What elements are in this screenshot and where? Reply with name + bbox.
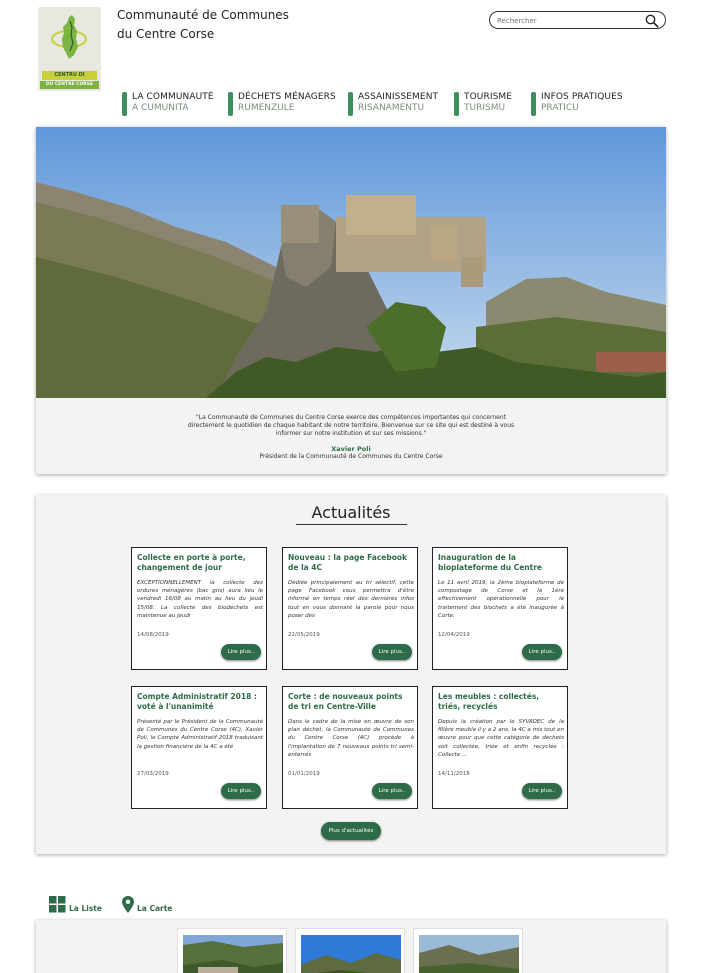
news-card-excerpt: Présenté par le Président de la Communau… [137,719,263,750]
news-card-title[interactable]: Corte : de nouveaux points de tri en Cen… [288,692,414,712]
news-card-excerpt: Dans le cadre de la mise en œuvre de son… [288,719,414,758]
read-more-button[interactable]: Lire plus.. [372,644,412,660]
nav-item-sublabel: TURISMU [464,103,506,113]
read-more-button[interactable]: Lire plus.. [221,783,261,799]
places-panel [36,920,666,973]
news-section-title: Actualités [311,503,391,522]
nav-item-marker [228,92,233,116]
hero-author: Xavier Poli [331,445,371,453]
map-view-label: La Carte [137,904,173,913]
site-title[interactable]: Communauté de Communes du Centre Corse [117,6,317,44]
nav-item-sublabel: RUMENZULE [238,103,295,113]
nav-item-label: DÉCHETS MÉNAGERS [238,92,336,102]
news-card-date: 27/03/2019 [137,771,169,777]
place-card[interactable] [177,928,287,973]
list-view-label: La Liste [69,904,102,913]
nav-item-assainissement[interactable]: ASSAINISSEMENT RISANAMENTU [348,92,438,116]
read-more-button[interactable]: Lire plus.. [221,644,261,660]
news-card-date: 22/05/2019 [288,632,320,638]
nav-item-label: INFOS PRATIQUES [541,92,623,102]
news-card-excerpt: Depuis la création par le SYVADEC de la … [438,719,564,758]
search-input[interactable] [497,14,642,27]
news-card[interactable]: Nouveau : la page Facebook de la 4C Dédi… [282,547,418,670]
nav-item-label: ASSAINISSEMENT [358,92,439,102]
grid-icon [49,896,66,913]
nav-item-sublabel: PRATICU [541,103,579,113]
news-card[interactable]: Collecte en porte à porte, changement de… [131,547,267,670]
site-logo[interactable]: CENTRU DI CORSICA DU CENTRE CORSE [38,7,101,91]
nav-item-marker [531,92,536,116]
news-card-excerpt: Dédiée principalement au tri sélectif, c… [288,580,414,619]
news-card[interactable]: Compte Administratif 2018 : voté à l'una… [131,686,267,809]
nav-item-tourisme[interactable]: TOURISME TURISMU [454,92,512,116]
place-image [301,935,401,973]
nav-item-label: LA COMMUNAUTÉ [132,92,214,102]
news-card-title[interactable]: Nouveau : la page Facebook de la 4C [288,553,414,573]
read-more-button[interactable]: Lire plus.. [522,644,562,660]
news-card-title[interactable]: Collecte en porte à porte, changement de… [137,553,263,573]
news-card-title[interactable]: Les meubles : collectés, triés, recyclés [438,692,564,712]
read-more-button[interactable]: Lire plus.. [522,783,562,799]
nav-item-marker [454,92,459,116]
search-box [489,11,666,29]
place-image [183,935,283,973]
news-card-date: 14/08/2019 [137,632,169,638]
news-section: Actualités Collecte en porte à porte, ch… [36,495,666,854]
logo-band-top: CENTRU DI CORSICA [42,71,97,87]
place-card[interactable] [413,928,523,973]
hero-author-role: Président de la Communauté de Communes d… [259,453,443,460]
nav-item-dechets[interactable]: DÉCHETS MÉNAGERS RUMENZULE [228,92,336,116]
logo-band-bottom: DU CENTRE CORSE [40,81,99,89]
nav-item-infos-pratiques[interactable]: INFOS PRATIQUES PRATICU [531,92,623,116]
corsica-map-icon [51,15,87,59]
nav-item-sublabel: RISANAMENTU [358,103,425,113]
news-card-title[interactable]: Inauguration de la bioplateforme du Cent… [438,553,564,573]
list-view-toggle[interactable]: La Liste [49,895,102,913]
hero-image-citadel [36,127,666,398]
map-pin-icon [122,896,134,913]
place-card[interactable] [295,928,405,973]
news-title-divider [296,524,407,525]
search-icon[interactable] [645,14,659,28]
hero-quote: "La Communauté de Communes du Centre Cor… [187,414,515,437]
more-news-button[interactable]: Plus d'actualités [321,822,381,840]
site-title-line2: du Centre Corse [117,27,215,41]
news-card-title[interactable]: Compte Administratif 2018 : voté à l'una… [137,692,263,712]
map-view-toggle[interactable]: La Carte [122,895,172,913]
read-more-button[interactable]: Lire plus.. [372,783,412,799]
news-card-date: 01/01/2019 [288,771,320,777]
site-title-line1: Communauté de Communes [117,8,289,22]
news-card-date: 12/04/2019 [438,632,470,638]
nav-item-communaute[interactable]: LA COMMUNAUTÉ A CUMUNITÀ [122,92,214,116]
news-card-excerpt: Le 11 avril 2019, la 2ème bioplateforme … [438,580,564,619]
nav-item-marker [122,92,127,116]
news-card-excerpt: EXCEPTIONNELLEMENT la collecte des ordur… [137,580,263,619]
news-card[interactable]: Corte : de nouveaux points de tri en Cen… [282,686,418,809]
nav-item-label: TOURISME [464,92,513,102]
news-card-date: 14/11/2018 [438,771,470,777]
nav-item-marker [348,92,353,116]
nav-item-sublabel: A CUMUNITÀ [132,103,189,113]
news-card[interactable]: Les meubles : collectés, triés, recyclés… [432,686,568,809]
news-card[interactable]: Inauguration de la bioplateforme du Cent… [432,547,568,670]
hero-panel: "La Communauté de Communes du Centre Cor… [36,127,666,474]
place-image [419,935,519,973]
